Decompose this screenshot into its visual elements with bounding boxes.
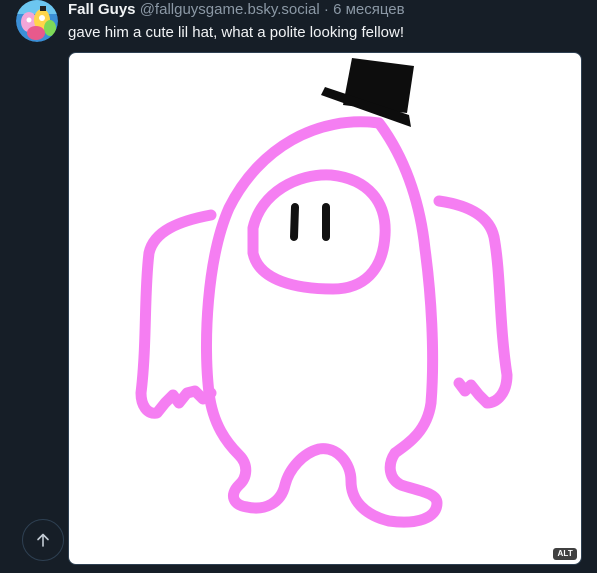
post-image[interactable]: ALT (68, 52, 582, 565)
alt-text-badge[interactable]: ALT (553, 548, 577, 560)
header-separator: · (323, 1, 329, 18)
post-header: Fall Guys @fallguysgame.bsky.social · 6 … (68, 1, 405, 19)
author-name[interactable]: Fall Guys (68, 1, 136, 18)
arrow-up-icon (37, 533, 49, 547)
post-text: gave him a cute lil hat, what a polite l… (68, 24, 405, 41)
post-timestamp[interactable]: 6 месяцев (333, 1, 405, 18)
avatar-image (16, 0, 58, 42)
author-handle[interactable]: @fallguysgame.bsky.social (140, 1, 320, 18)
author-avatar[interactable] (16, 0, 58, 42)
fall-guys-drawing (135, 58, 513, 528)
post: Fall Guys @fallguysgame.bsky.social · 6 … (0, 0, 597, 573)
scroll-to-top-button[interactable] (22, 519, 64, 561)
